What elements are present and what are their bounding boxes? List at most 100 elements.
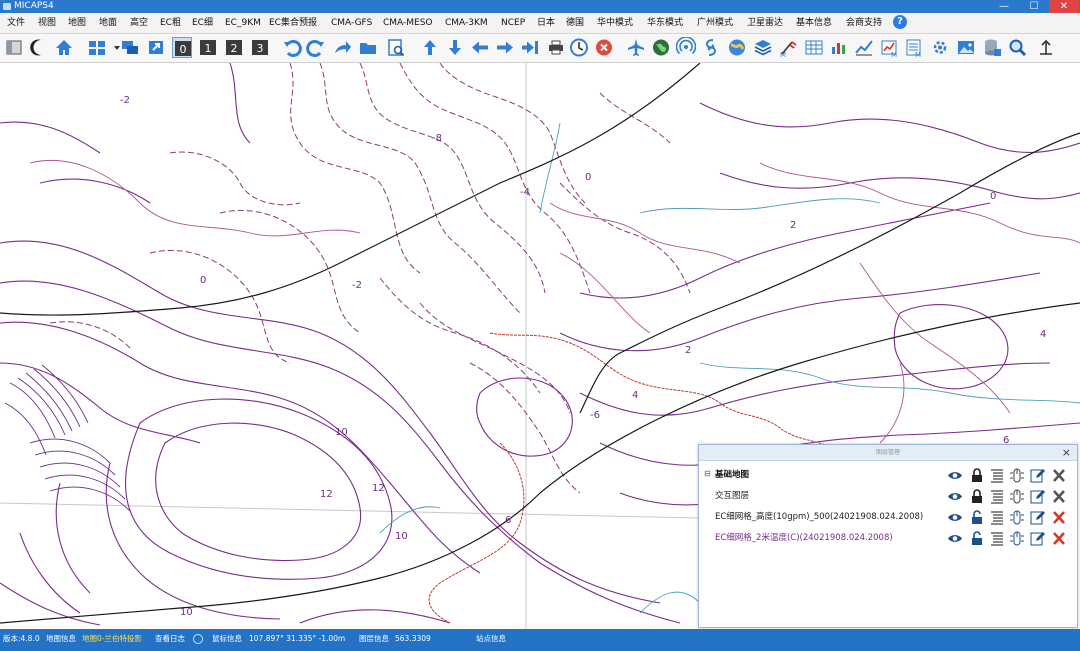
line-chart-icon[interactable] [854, 37, 874, 58]
lock-open-icon[interactable] [969, 510, 985, 525]
menu-east-china-model[interactable]: 华东模式 [647, 15, 683, 31]
redo-icon[interactable] [306, 37, 326, 58]
menu-germany[interactable]: 德国 [566, 15, 584, 31]
properties-list-icon[interactable] [989, 531, 1005, 546]
maximize-button[interactable]: ☐ [1019, 0, 1049, 13]
mouse-interact-icon[interactable] [1009, 510, 1025, 525]
minimize-button[interactable]: — [989, 0, 1019, 13]
menu-consultation[interactable]: 会商支持 [846, 15, 882, 31]
menu-ec-coarse[interactable]: EC粗 [160, 15, 181, 31]
view-1-icon[interactable]: 1 [198, 37, 218, 58]
edit-icon[interactable] [1030, 468, 1046, 483]
broadcast-icon[interactable] [676, 37, 696, 58]
view-log-button[interactable]: 查看日志 [155, 631, 185, 647]
menu-map[interactable]: 地图 [68, 15, 86, 31]
database-icon[interactable] [982, 37, 1002, 58]
menu-guangzhou-model[interactable]: 广州模式 [697, 15, 733, 31]
delete-x-icon[interactable] [1051, 468, 1067, 483]
mouse-interact-icon[interactable] [1009, 489, 1025, 504]
print-icon[interactable] [546, 37, 566, 58]
layer-row-interactive[interactable]: 交互图层 [699, 486, 1077, 506]
help-icon[interactable]: ? [893, 15, 907, 29]
zoom-search-icon[interactable] [1008, 37, 1028, 58]
home-icon[interactable] [54, 37, 74, 58]
properties-list-icon[interactable] [989, 489, 1005, 504]
expand-window-icon[interactable] [146, 37, 166, 58]
undo-icon[interactable] [282, 37, 302, 58]
mouse-interact-icon[interactable] [1009, 468, 1025, 483]
menu-view[interactable]: 视图 [38, 15, 56, 31]
last-frame-icon[interactable] [520, 37, 540, 58]
view-3-icon[interactable]: 3 [250, 37, 270, 58]
tree-expand-icon[interactable]: ⊟ [704, 469, 711, 478]
menu-central-china-model[interactable]: 华中模式 [597, 15, 633, 31]
layer-row-ec-temperature[interactable]: EC细网格_2米温度(C)(24021908.024.2008) [699, 528, 1077, 548]
statistics-icon[interactable]: M [879, 37, 899, 58]
edit-icon[interactable] [1030, 510, 1046, 525]
search-document-icon[interactable] [386, 37, 406, 58]
menu-surface[interactable]: 地面 [99, 15, 117, 31]
delete-x-icon[interactable] [1051, 531, 1067, 546]
layout-grid-icon[interactable] [87, 37, 107, 58]
properties-list-icon[interactable] [989, 510, 1005, 525]
world-map-icon[interactable] [727, 37, 747, 58]
close-button[interactable]: ✕ [1049, 0, 1079, 13]
mouse-interact-icon[interactable] [1009, 531, 1025, 546]
clock-icon[interactable] [569, 37, 589, 58]
visibility-eye-icon[interactable] [947, 468, 963, 483]
data-sheet-icon[interactable]: M [904, 37, 924, 58]
menu-cma-meso[interactable]: CMA-MESO [383, 15, 433, 31]
menu-file[interactable]: 文件 [7, 15, 25, 31]
menu-ec-9km[interactable]: EC_9KM [225, 15, 261, 31]
visibility-eye-icon[interactable] [947, 510, 963, 525]
menu-basic-info[interactable]: 基本信息 [796, 15, 832, 31]
search-icon[interactable] [193, 634, 203, 644]
arrow-up-icon[interactable] [420, 37, 440, 58]
visibility-eye-icon[interactable] [947, 531, 963, 546]
menu-ncep[interactable]: NCEP [501, 15, 525, 31]
wind-barb-icon[interactable]: M [778, 37, 798, 58]
menu-satellite-radar[interactable]: 卫星雷达 [747, 15, 783, 31]
lock-open-icon[interactable] [969, 531, 985, 546]
lock-closed-icon[interactable] [969, 468, 985, 483]
properties-list-icon[interactable] [989, 468, 1005, 483]
view-2-icon[interactable]: 2 [224, 37, 244, 58]
sidebar-toggle-icon[interactable] [4, 37, 24, 58]
view-0-icon[interactable]: 0 [172, 37, 192, 58]
menu-upper-air[interactable]: 高空 [130, 15, 148, 31]
bar-chart-icon[interactable] [829, 37, 849, 58]
arrow-right-icon[interactable] [495, 37, 515, 58]
arrow-down-icon[interactable] [445, 37, 465, 58]
layer-row-ec-height[interactable]: EC细网格_高度(10gpm)_500(24021908.024.2008) [699, 507, 1077, 527]
cascade-windows-icon[interactable] [120, 37, 140, 58]
layer-row-base-map[interactable]: ⊟ 基础地图 [699, 465, 1077, 485]
open-folder-icon[interactable] [358, 37, 378, 58]
projection-label[interactable]: 地图0-兰伯特投影 [82, 631, 142, 647]
edit-icon[interactable] [1030, 489, 1046, 504]
typhoon-icon[interactable] [701, 37, 721, 58]
delete-x-icon[interactable] [1051, 510, 1067, 525]
tools-icon[interactable] [930, 37, 950, 58]
menu-ec-ensemble[interactable]: EC集合预报 [269, 15, 317, 31]
table-grid-icon[interactable] [804, 37, 824, 58]
menu-ec-fine[interactable]: EC细 [192, 15, 213, 31]
menu-cma-gfs[interactable]: CMA-GFS [331, 15, 372, 31]
layers-icon[interactable] [753, 37, 773, 58]
stop-icon[interactable] [594, 37, 614, 58]
delete-x-icon[interactable] [1051, 489, 1067, 504]
menu-japan[interactable]: 日本 [537, 15, 555, 31]
export-icon[interactable] [332, 37, 352, 58]
image-icon[interactable] [956, 37, 976, 58]
menu-cma-3km[interactable]: CMA-3KM [445, 15, 488, 31]
arrow-left-icon[interactable] [470, 37, 490, 58]
antenna-icon[interactable] [1036, 37, 1056, 58]
layer-panel-close-button[interactable]: × [1062, 445, 1071, 460]
airplane-icon[interactable] [626, 37, 646, 58]
visibility-eye-icon[interactable] [947, 489, 963, 504]
edit-icon[interactable] [1030, 531, 1046, 546]
map-info-button[interactable]: 地图信息 [46, 631, 76, 647]
layout-dropdown-icon[interactable] [107, 37, 120, 58]
night-mode-icon[interactable] [29, 37, 49, 58]
globe-icon[interactable] [651, 37, 671, 58]
lock-closed-icon[interactable] [969, 489, 985, 504]
